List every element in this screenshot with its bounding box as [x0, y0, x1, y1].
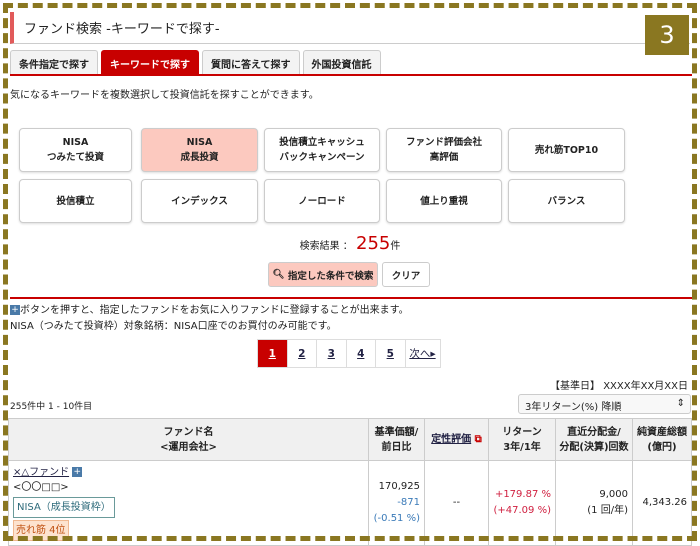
tab-condition[interactable]: 条件指定で探す — [10, 50, 98, 74]
fund-company: <〇〇□□> — [13, 482, 69, 493]
page-title: ファンド検索 -キーワードで探す- — [10, 12, 690, 44]
keyword-button[interactable]: インデックス — [141, 179, 258, 223]
search-button[interactable]: 🔍︎ 指定した条件で検索 — [268, 262, 378, 287]
return-cell: +179.87 % (+47.09 %) — [488, 460, 556, 546]
keyword-label: インデックス — [171, 195, 228, 207]
tab-question[interactable]: 質問に答えて探す — [202, 50, 300, 74]
external-link-icon: ⧉ — [474, 434, 482, 445]
divider — [10, 74, 692, 76]
page-3[interactable]: 3 — [317, 340, 347, 367]
sort-value: 3年リターン(%) 降順 — [525, 402, 622, 413]
keyword-sublabel: つみたて投資 — [46, 152, 104, 163]
tab-bar: 条件指定で探す キーワードで探す 質問に答えて探す 外国投資信託 — [10, 50, 381, 74]
divider — [10, 297, 692, 299]
return-3y: +179.87 % — [494, 489, 551, 500]
rating-link[interactable]: 定性評価 — [431, 434, 471, 445]
keyword-button[interactable]: 投信積立 — [19, 179, 132, 223]
col-distribution: 直近分配金/分配(決算)回数 — [555, 418, 633, 461]
header-text: 基準価額/ — [374, 426, 419, 438]
pagination: 1 2 3 4 5 次へ▸ — [257, 339, 441, 368]
return-1y: (+47.09 %) — [493, 505, 552, 516]
sort-select[interactable]: 3年リターン(%) 降順 ⇕ — [518, 394, 691, 414]
distribution-cell: 9,000 (1 回/年) — [555, 460, 633, 546]
add-favorite-icon[interactable]: + — [72, 467, 83, 477]
plus-icon: + — [10, 305, 20, 315]
distribution: 9,000 — [599, 489, 628, 500]
search-icon: 🔍︎ — [272, 269, 285, 280]
result-unit: 件 — [390, 241, 401, 252]
description: 気になるキーワードを複数選択して投資信託を探すことができます。 — [10, 90, 319, 101]
header-text: 分配(決算)回数 — [559, 441, 629, 453]
price: 170,925 — [378, 481, 420, 492]
keyword-label: ファンド評価会社 — [405, 137, 482, 148]
tab-foreign[interactable]: 外国投資信託 — [302, 50, 381, 74]
next-page[interactable]: 次へ▸ — [406, 340, 440, 367]
col-return: リターン 3年/1年 — [488, 418, 556, 461]
header-text: 直近分配金/ — [567, 426, 621, 438]
keyword-label: ノーロード — [298, 195, 346, 207]
keyword-button[interactable]: NISA 成長投資 — [141, 128, 258, 172]
keyword-button[interactable]: バランス — [508, 179, 625, 223]
page-5[interactable]: 5 — [376, 340, 406, 367]
keyword-button[interactable]: ノーロード — [264, 179, 380, 223]
rank-badge: 売れ筋 4位 — [13, 520, 69, 541]
search-result: 検索結果 ： 255件 — [0, 233, 700, 254]
header-text: 3年/1年 — [503, 441, 541, 453]
price-change: -871 — [397, 497, 420, 508]
tab-keyword[interactable]: キーワードで探す — [101, 50, 199, 74]
keyword-sublabel: 高評価 — [429, 152, 459, 163]
keyword-sublabel: 成長投資 — [180, 152, 219, 163]
net-assets: 4,343.26 — [632, 460, 692, 546]
header-text: <運用会社> — [160, 441, 217, 453]
nisa-note: NISA（つみたて投資枠）対象銘柄：NISA口座でのお買付のみ可能です。 — [10, 321, 337, 332]
col-rating[interactable]: 定性評価 ⧉ — [424, 418, 489, 461]
result-count: 255 — [356, 233, 391, 254]
distribution-count: (1 回/年) — [587, 505, 628, 516]
select-arrows-icon: ⇕ — [676, 398, 685, 409]
favorite-note: +ボタンを押すと、指定したファンドをお気に入りファンドに登録することが出来ます。 — [10, 301, 409, 316]
table-header: ファンド名 <運用会社> 基準価額/前日比 定性評価 ⧉ リターン 3年/1年 直近… — [8, 418, 692, 461]
header-text: 純資産総額 — [637, 426, 687, 438]
keyword-button[interactable]: 値上り重視 — [386, 179, 502, 223]
keyword-label: 投信積立 — [56, 195, 95, 207]
keyword-button[interactable]: 投信積立キャッシュ バックキャンペーン — [264, 128, 380, 172]
keyword-button[interactable]: ファンド評価会社 高評価 — [386, 128, 502, 172]
header-text: 前日比 — [381, 441, 412, 453]
note-text: ボタンを押すと、指定したファンドをお気に入りファンドに登録することが出来ます。 — [20, 305, 409, 316]
result-label: 検索結果 ： — [299, 241, 353, 252]
header-text: リターン — [502, 426, 542, 438]
search-label: 指定した条件で検索 — [287, 270, 374, 282]
base-date: 【基準日】 XXXX年XX月XX日 — [550, 381, 688, 392]
col-assets: 純資産総額 (億円) — [632, 418, 692, 461]
fund-table: ファンド名 <運用会社> 基準価額/前日比 定性評価 ⧉ リターン 3年/1年 直近… — [8, 418, 692, 546]
keyword-label: NISA — [62, 137, 89, 148]
header-text: ファンド名 — [163, 426, 214, 438]
step-badge: 3 — [645, 15, 689, 55]
clear-button[interactable]: クリア — [382, 262, 430, 287]
keyword-label: NISA — [186, 137, 213, 148]
keyword-label: 値上り重視 — [420, 195, 468, 207]
keyword-label: 売れ筋TOP10 — [534, 144, 599, 156]
fund-name-link[interactable]: ×△ファンド — [13, 467, 69, 478]
price-change-pct: (-0.51 %) — [373, 513, 420, 524]
header-text: (億円) — [647, 441, 677, 453]
keyword-button[interactable]: 売れ筋TOP10 — [508, 128, 625, 172]
col-price: 基準価額/前日比 — [368, 418, 425, 461]
result-range: 255件中 1 - 10件目 — [10, 402, 93, 412]
keyword-button[interactable]: NISA つみたて投資 — [19, 128, 132, 172]
keyword-sublabel: バックキャンペーン — [279, 152, 365, 163]
page-4[interactable]: 4 — [347, 340, 376, 367]
nisa-badge: NISA（成長投資枠） — [13, 497, 115, 518]
table-row: ×△ファンド + <〇〇□□> NISA（成長投資枠） 売れ筋 4位 170,9… — [8, 460, 692, 546]
price-cell: 170,925 -871 (-0.51 %) — [368, 460, 425, 546]
page-1[interactable]: 1 — [258, 340, 288, 367]
keyword-label: 投信積立キャッシュ — [279, 137, 365, 148]
rating-value: -- — [424, 460, 489, 546]
keyword-label: バランス — [547, 195, 586, 207]
page-2[interactable]: 2 — [288, 340, 317, 367]
fund-cell: ×△ファンド + <〇〇□□> NISA（成長投資枠） 売れ筋 4位 — [8, 460, 369, 546]
col-fund-name: ファンド名 <運用会社> — [8, 418, 369, 461]
